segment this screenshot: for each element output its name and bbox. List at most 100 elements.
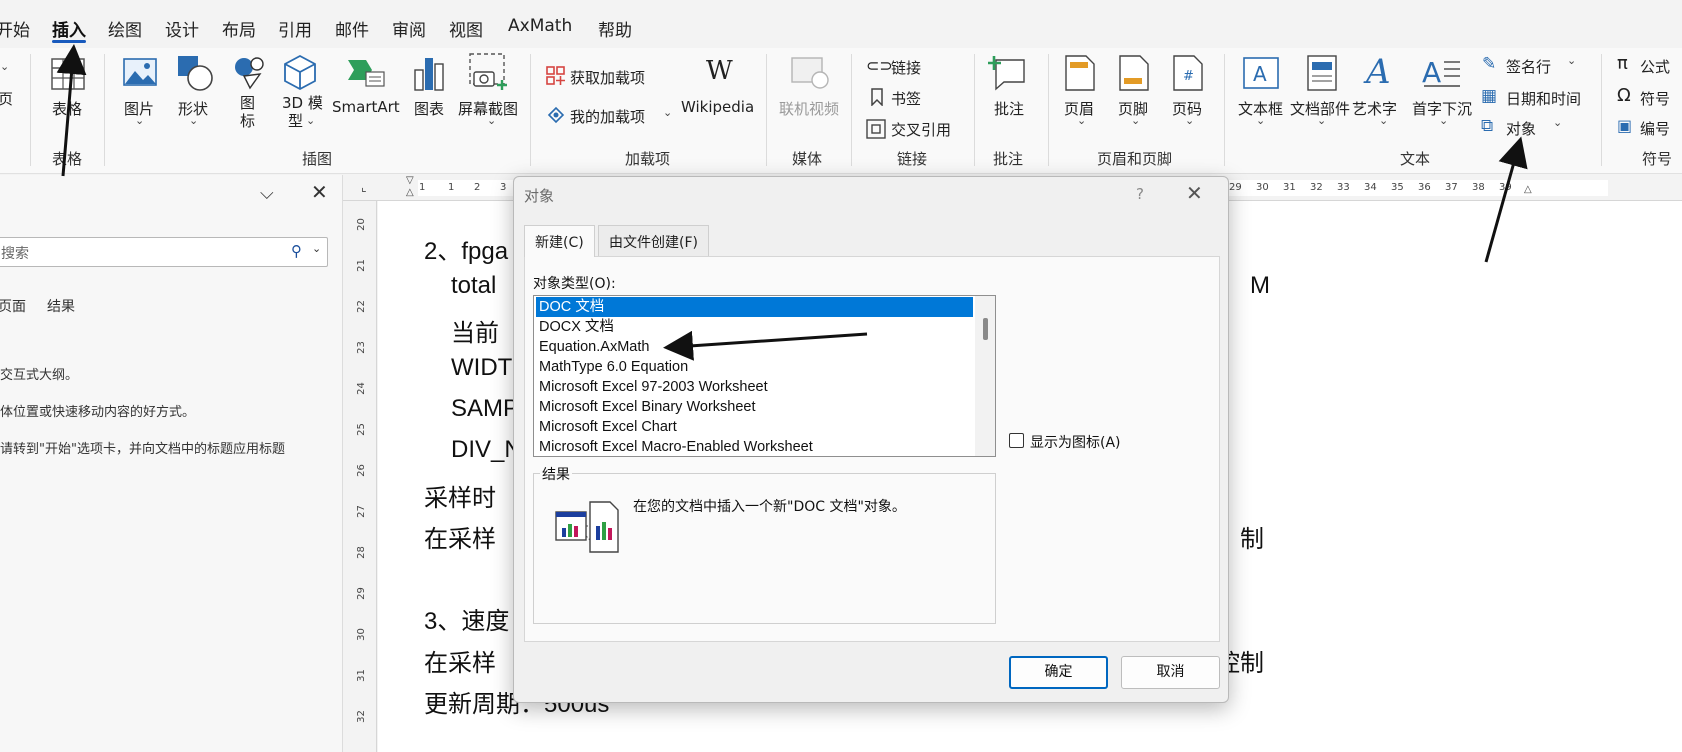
tab-create-new[interactable]: 新建(C): [524, 225, 595, 257]
nav-hint-1: 交互式大纲。: [0, 368, 79, 383]
chart-icon[interactable]: [412, 54, 446, 92]
tab-help[interactable]: 帮助: [598, 16, 632, 41]
ruler-number: 32: [1310, 182, 1323, 193]
picture-icon[interactable]: [122, 56, 158, 90]
list-item[interactable]: Microsoft Excel Binary Worksheet: [536, 397, 973, 417]
screenshot-icon[interactable]: [468, 52, 512, 92]
ruler-number: 29: [1229, 182, 1242, 193]
list-item[interactable]: Microsoft Excel Chart: [536, 417, 973, 437]
textbox-icon[interactable]: A: [1242, 56, 1280, 90]
search-icon[interactable]: ⚲: [291, 242, 302, 260]
scrollbar-thumb[interactable]: [983, 318, 988, 340]
list-item[interactable]: DOC 文档: [536, 297, 973, 317]
list-item[interactable]: Equation.AxMath: [536, 337, 973, 357]
table-button[interactable]: 表格: [52, 98, 82, 119]
svg-text:A: A: [1422, 56, 1441, 89]
group-label-header-footer: 页眉和页脚: [1097, 150, 1173, 168]
ruler-number: 34: [1364, 182, 1377, 193]
tab-design[interactable]: 设计: [165, 16, 199, 41]
tab-results[interactable]: 结果: [47, 296, 75, 316]
indent-marker-icon[interactable]: ▽: [406, 175, 414, 186]
svg-text:A: A: [1253, 62, 1267, 86]
list-item[interactable]: Microsoft Excel Macro-Enabled Worksheet: [536, 437, 973, 456]
active-tab-indicator: [52, 40, 86, 43]
chevron-down-icon[interactable]: ⌄: [312, 242, 321, 255]
cancel-button[interactable]: 取消: [1121, 656, 1220, 689]
online-video-button[interactable]: 联机视频: [779, 98, 839, 119]
list-item[interactable]: MathType 6.0 Equation: [536, 357, 973, 377]
number-button[interactable]: 编号: [1640, 118, 1670, 139]
symbol-button[interactable]: 符号: [1640, 88, 1670, 109]
display-as-icon-checkbox[interactable]: [1009, 433, 1024, 448]
right-indent-marker-icon[interactable]: △: [1524, 184, 1532, 195]
list-item[interactable]: DOCX 文档: [536, 317, 973, 337]
tab-pages[interactable]: 页面: [0, 296, 26, 316]
search-input[interactable]: 搜索 ⚲ ⌄: [0, 237, 328, 267]
tab-review[interactable]: 审阅: [392, 16, 426, 41]
wordart-icon[interactable]: A: [1366, 52, 1391, 92]
equation-icon: π: [1617, 53, 1628, 74]
3d-model-label-2[interactable]: 型: [288, 110, 303, 131]
tab-home[interactable]: 开始: [0, 16, 30, 41]
object-type-list[interactable]: DOC 文档 DOCX 文档 Equation.AxMath MathType …: [533, 295, 996, 457]
header-icon[interactable]: [1064, 54, 1096, 92]
tab-stop-icon[interactable]: ⌞: [361, 180, 367, 194]
3d-model-icon[interactable]: [282, 54, 318, 92]
group-separator: [1224, 54, 1225, 166]
list-item[interactable]: Microsoft Excel 97-2003 Worksheet: [536, 377, 973, 397]
doc-fragment: 制: [1240, 526, 1264, 553]
tab-view[interactable]: 视图: [449, 16, 483, 41]
list-scrollbar[interactable]: [975, 296, 995, 456]
close-icon[interactable]: ✕: [1186, 181, 1203, 205]
chevron-down-icon: ⌄: [1553, 116, 1563, 129]
page-number-icon[interactable]: #: [1172, 54, 1204, 92]
close-icon[interactable]: ✕: [311, 180, 328, 204]
ruler-number: 37: [1445, 182, 1458, 193]
ruler-number: 30: [1256, 182, 1269, 193]
footer-icon[interactable]: [1118, 54, 1150, 92]
chart-button[interactable]: 图表: [414, 98, 444, 119]
drop-cap-icon[interactable]: A: [1422, 56, 1462, 90]
tab-mailings[interactable]: 邮件: [335, 16, 369, 41]
equation-button[interactable]: 公式: [1640, 56, 1670, 77]
doc-line: SAMP: [451, 395, 520, 422]
tab-draw[interactable]: 绘图: [108, 16, 142, 41]
chevron-down-icon: ⌄: [1185, 114, 1195, 127]
group-separator: [1048, 54, 1049, 166]
ruler-number: 25: [355, 423, 367, 436]
tab-axmath[interactable]: AxMath: [508, 16, 572, 36]
result-description: 在您的文档中插入一个新"DOC 文档"对象。: [633, 499, 906, 515]
ruler-number: 1: [448, 182, 455, 193]
tab-layout[interactable]: 布局: [222, 16, 256, 41]
tab-insert[interactable]: 插入: [52, 16, 86, 41]
comment-icon[interactable]: [988, 54, 1028, 92]
signature-line-icon: ✎: [1482, 54, 1497, 74]
object-button[interactable]: 对象: [1506, 118, 1536, 139]
tab-create-from-file[interactable]: 由文件创建(F): [598, 225, 709, 257]
smartart-button[interactable]: SmartArt: [332, 98, 400, 116]
wordart-button[interactable]: 艺术字: [1352, 98, 1397, 119]
group-separator: [851, 54, 852, 166]
get-addins-button[interactable]: 获取加载项: [570, 67, 645, 88]
comment-button[interactable]: 批注: [994, 98, 1024, 119]
quick-parts-icon[interactable]: [1306, 54, 1338, 92]
link-button[interactable]: 链接: [891, 57, 921, 78]
wikipedia-button[interactable]: Wikipedia: [681, 98, 754, 116]
display-as-icon-label[interactable]: 显示为图标(A): [1030, 432, 1121, 452]
chevron-down-icon: ⌄: [1256, 114, 1266, 127]
date-time-button[interactable]: 日期和时间: [1506, 88, 1581, 109]
smartart-icon[interactable]: [346, 56, 386, 90]
help-button[interactable]: ?: [1136, 185, 1144, 203]
signature-line-button[interactable]: 签名行: [1506, 56, 1551, 77]
shapes-icon[interactable]: [176, 54, 214, 92]
chevron-down-icon[interactable]: ⌵: [260, 183, 274, 204]
cross-reference-button[interactable]: 交叉引用: [891, 119, 951, 140]
bookmark-button[interactable]: 书签: [891, 88, 921, 109]
my-addins-button[interactable]: 我的加载项: [570, 106, 645, 127]
ok-button[interactable]: 确定: [1009, 656, 1108, 689]
object-type-label: 对象类型(O):: [533, 276, 616, 292]
icons-icon[interactable]: [230, 54, 266, 92]
icons-label-2[interactable]: 标: [240, 110, 255, 131]
tab-references[interactable]: 引用: [278, 16, 312, 41]
indent-marker-icon[interactable]: △: [406, 187, 414, 198]
